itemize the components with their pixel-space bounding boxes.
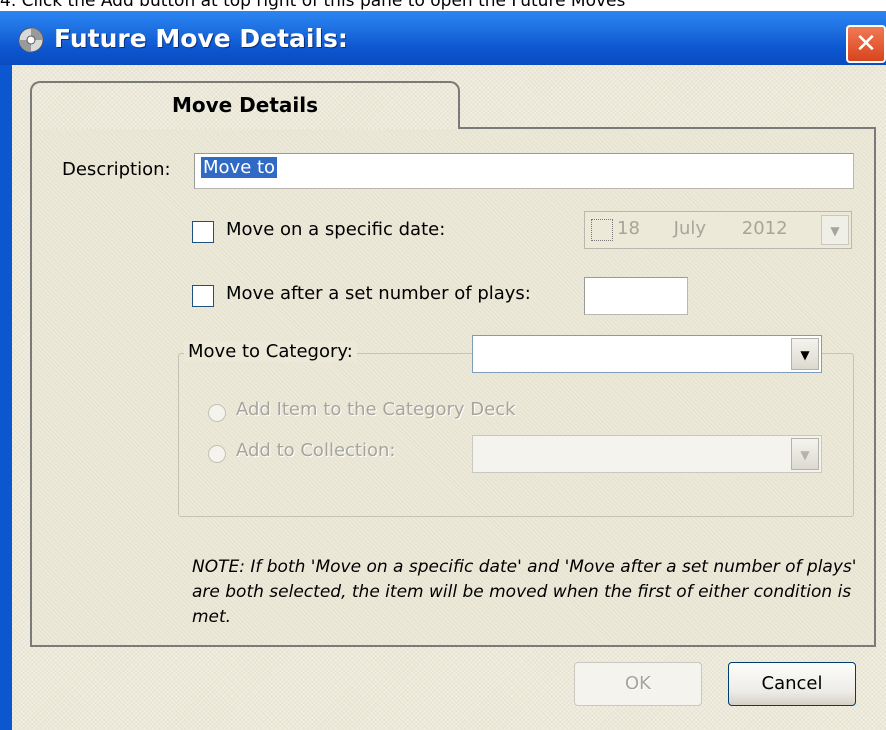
date-picker-checkbox[interactable] [591,219,613,241]
close-button[interactable]: ✕ [846,25,886,63]
radio-category-deck-label: Add Item to the Category Deck [236,399,516,420]
tab-label: Move Details [171,93,319,117]
ok-button-label: OK [625,673,651,694]
dialog-client-area: Move Details Description: Move to Move o… [12,65,886,730]
tab-move-details[interactable]: Move Details [30,81,460,129]
instruction-caption: 4. Click the Add button at top right of … [0,0,626,11]
chevron-down-icon[interactable]: ▼ [791,338,819,370]
set-plays-label: Move after a set number of plays: [226,283,531,304]
note-text: NOTE: If both 'Move on a specific date' … [192,557,857,627]
description-input[interactable]: Move to [194,153,854,189]
date-picker-text: 18 July 2012 [617,218,788,239]
date-month: July [673,218,707,239]
category-select[interactable]: ▼ [472,335,822,373]
date-year: 2012 [741,218,788,239]
window-titlebar[interactable]: Future Move Details: ✕ [0,11,886,65]
radio-category-deck[interactable] [208,404,226,422]
plays-input[interactable] [584,277,688,315]
collection-select[interactable]: ▼ [472,435,822,473]
description-value: Move to [201,157,278,178]
specific-date-checkbox[interactable] [192,221,214,243]
window-title: Future Move Details: [54,24,348,53]
chevron-down-icon[interactable]: ▼ [791,438,819,470]
set-plays-checkbox[interactable] [192,285,214,307]
chevron-down-icon[interactable]: ▼ [821,215,849,245]
ok-button[interactable]: OK [574,662,702,706]
disc-icon [18,27,44,53]
category-label: Move to Category: [184,341,357,362]
radio-collection-label: Add to Collection: [236,440,396,461]
window-frame [0,65,12,730]
tab-panel: Description: Move to Move on a specific … [30,127,876,647]
cancel-button[interactable]: Cancel [728,662,856,706]
radio-collection[interactable] [208,445,226,463]
description-label: Description: [62,159,171,180]
date-day: 18 [617,218,640,239]
date-picker[interactable]: 18 July 2012 ▼ [584,211,852,249]
specific-date-label: Move on a specific date: [226,219,446,240]
